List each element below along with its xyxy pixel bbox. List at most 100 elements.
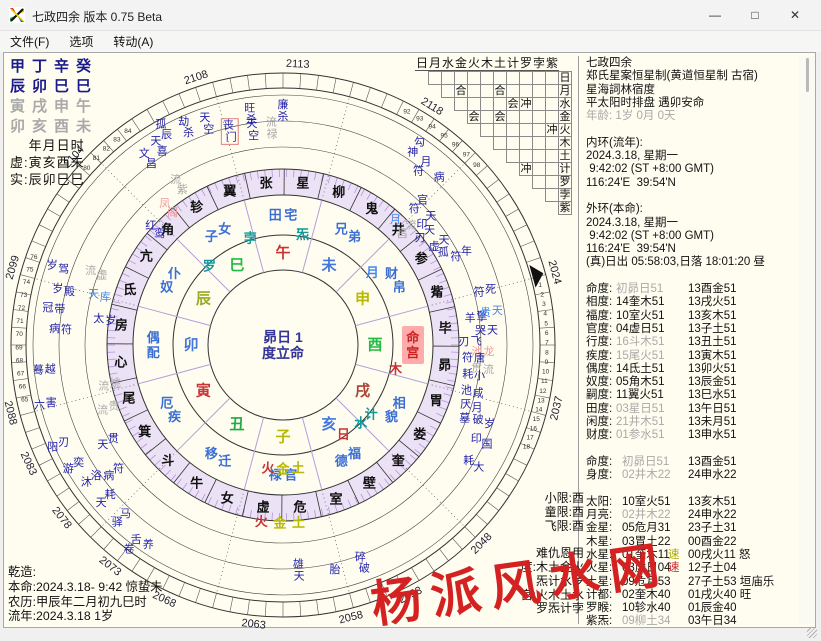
- grid-cell-日火: [467, 71, 481, 85]
- star-太岁: 岁: [105, 313, 116, 327]
- star-天空: 空: [248, 128, 259, 142]
- grid-cell-土紫: [545, 149, 559, 163]
- grid-cell-火罗: [519, 123, 533, 137]
- center-text: 度立命: [262, 345, 305, 361]
- year-2113: 2113: [286, 58, 310, 71]
- age-65: 65: [21, 396, 29, 403]
- palace-配偶: 配: [147, 345, 160, 360]
- grid-col-水: 水: [441, 57, 455, 70]
- grid-cell-木孛: [532, 136, 546, 150]
- scrollbar-thumb[interactable]: [806, 58, 809, 92]
- center-text: 昴日 1: [263, 329, 303, 345]
- age-82: 82: [103, 145, 111, 152]
- star-阳刃: 阳: [47, 440, 58, 453]
- menu-item-1[interactable]: 选项: [59, 33, 103, 50]
- grid-cell-水金: [454, 97, 468, 111]
- palace-兄弟: 兄: [334, 221, 348, 236]
- grid-cell-水罗: 冲: [519, 97, 533, 111]
- star-流贵: 贵: [108, 400, 119, 413]
- panel-line-20: 官度:04虚日5113子土51: [586, 323, 798, 336]
- grid-cell-月计: [506, 84, 520, 98]
- grid-cell-水木: [480, 97, 494, 111]
- panel-line-21: 行度:16斗木5113丑土51: [586, 336, 798, 349]
- mansion-奎: 奎: [391, 453, 406, 468]
- mansion-房: 房: [115, 318, 128, 333]
- branch-酉: 酉: [367, 337, 382, 354]
- age-97: 97: [463, 152, 471, 159]
- limits-line-2: 飞限:酉: [474, 520, 584, 534]
- panel-line-9: 116:24'E 39:54'N: [586, 177, 798, 190]
- star-冠带: 带: [54, 303, 65, 316]
- mansion-毕: 毕: [439, 320, 452, 335]
- star-流虚: 虚: [96, 268, 107, 281]
- minimize-button[interactable]: —: [695, 0, 735, 30]
- panel-line-28: 财度:01参水5113申水51: [586, 429, 798, 442]
- limits-line-0: 小限:酉: [474, 492, 584, 506]
- star-月: 月: [390, 214, 401, 226]
- star-冠带: 冠: [42, 301, 53, 314]
- close-button[interactable]: ✕: [775, 0, 815, 30]
- panel-line-27: 闲度:21井木5113未月51: [586, 416, 798, 429]
- grid-col-火: 火: [467, 57, 481, 70]
- grid-cell-日罗: [519, 71, 533, 85]
- palace-疾厄: 厄: [160, 396, 173, 411]
- year-2024: 2024: [545, 259, 563, 286]
- panel-line-12: 2024.3.18, 星期一: [586, 217, 798, 230]
- scrollbar-track[interactable]: [799, 56, 815, 624]
- panel-line-34: 月亮: 02井木2224申水22: [586, 509, 798, 522]
- panel-line-33: 太阳: 10室火5113亥木51: [586, 496, 798, 509]
- pillar-shi: 实:辰卯巳巳: [10, 171, 98, 188]
- star-流姚: 姚: [110, 376, 121, 390]
- age-70: 70: [16, 331, 24, 338]
- star-岁破: 岁: [484, 416, 495, 430]
- palace-命宫: 宫: [406, 345, 419, 360]
- branch-亥: 亥: [321, 415, 336, 433]
- branch-丑: 丑: [229, 416, 244, 433]
- mansion-星: 星: [296, 176, 309, 191]
- grid-cell-火紫: 冲: [545, 123, 559, 137]
- star-蓦越: 越: [45, 361, 56, 375]
- star-廉杀: 廉: [278, 97, 289, 111]
- panel-line-30: 命度: 初昴日5113酉金51: [586, 456, 798, 469]
- age-1: 1: [538, 282, 542, 289]
- mansion-虚: 虚: [257, 499, 270, 514]
- panel-line-22: 疾度:15尾火5113寅木51: [586, 350, 798, 363]
- title-bar: 七政四余 版本 0.75 Beta — □ ✕: [0, 0, 821, 31]
- age-5: 5: [544, 320, 548, 327]
- panel-line-41: 罗睺: 10轸水4001辰金40: [586, 602, 798, 615]
- grid-row-金: 金: [558, 110, 572, 124]
- grid-cell-日计: [506, 71, 520, 85]
- grid-cell-水紫: [545, 97, 559, 111]
- star-天哭: 天: [487, 324, 498, 336]
- palace-相貌: 貌: [384, 409, 398, 424]
- grid-cell-日木: [480, 71, 494, 85]
- mansion-轸: 轸: [190, 199, 204, 214]
- star-天虚: 天: [439, 234, 450, 246]
- star-沐浴: 浴: [91, 469, 102, 482]
- star-卷舌: 舌: [131, 533, 142, 546]
- grid-col-罗: 罗: [519, 57, 533, 70]
- star-咸池: 咸: [473, 387, 484, 400]
- resize-grip[interactable]: [807, 628, 817, 638]
- maximize-button[interactable]: □: [735, 0, 775, 30]
- palace-迁移: 移: [205, 446, 218, 461]
- grid-cell-日紫: [545, 71, 559, 85]
- mansion-氐: 氐: [123, 282, 136, 297]
- planet-木: 木: [388, 361, 403, 376]
- mansion-壁: 壁: [363, 476, 376, 491]
- star-天贵: 天: [492, 305, 503, 317]
- age-92: 92: [403, 108, 411, 115]
- age-3: 3: [542, 301, 546, 308]
- branch-巳: 巳: [229, 257, 244, 274]
- menu-item-0[interactable]: 文件(F): [0, 33, 59, 50]
- age-17: 17: [527, 434, 535, 441]
- star-丧门: 门: [226, 129, 237, 143]
- grid-cell-计紫: [545, 162, 559, 176]
- star-大耗: 大: [473, 459, 484, 473]
- age-8: 8: [545, 349, 549, 356]
- age-98: 98: [473, 162, 481, 169]
- age-14: 14: [535, 407, 543, 414]
- mansion-亢: 亢: [140, 249, 153, 264]
- star-岁殿: 岁: [52, 281, 63, 295]
- menu-item-2[interactable]: 转动(A): [103, 33, 163, 50]
